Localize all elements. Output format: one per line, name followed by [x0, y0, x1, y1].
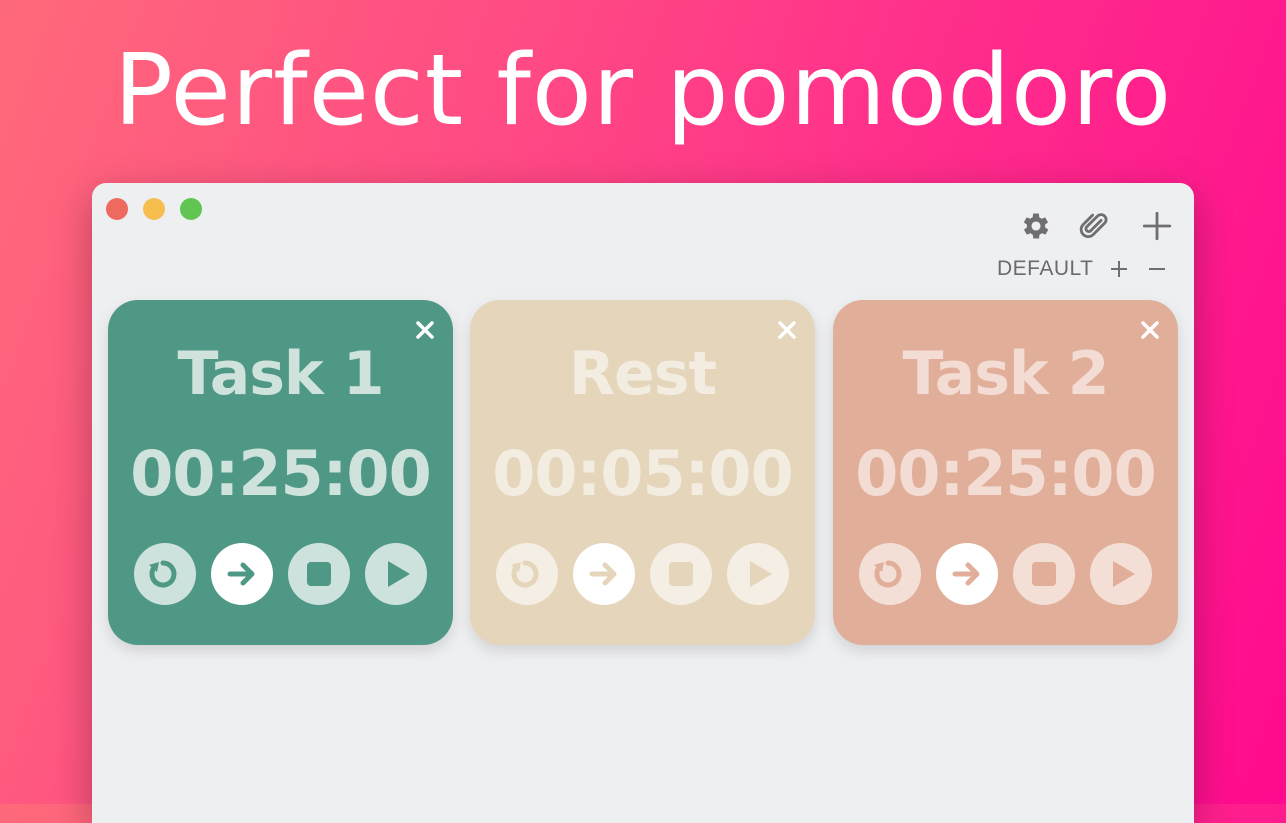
gear-icon — [1023, 213, 1049, 239]
window-zoom-button[interactable] — [180, 198, 202, 220]
timer-controls — [859, 543, 1167, 605]
settings-button[interactable] — [1019, 209, 1053, 243]
reset-button[interactable] — [496, 543, 558, 605]
stop-icon — [307, 562, 331, 586]
reset-button[interactable] — [859, 543, 921, 605]
remove-profile-button[interactable] — [1145, 257, 1169, 281]
app-window: DEFAULT Task 1 00:25:00 Rest 00:05:00 Ta… — [92, 183, 1194, 823]
stop-icon — [669, 562, 693, 586]
stop-button[interactable] — [1013, 543, 1075, 605]
plus-icon — [1111, 261, 1128, 277]
reset-button[interactable] — [134, 543, 196, 605]
timer-card[interactable]: Task 1 00:25:00 — [108, 300, 453, 645]
timer-card[interactable]: Rest 00:05:00 — [470, 300, 815, 645]
profile-name[interactable]: DEFAULT — [997, 257, 1093, 281]
headline: Perfect for pomodoro — [113, 34, 1173, 148]
add-timer-button[interactable] — [1140, 209, 1174, 243]
play-icon — [1113, 561, 1135, 587]
attach-button[interactable] — [1077, 209, 1111, 243]
timer-controls — [496, 543, 804, 605]
profile-row: DEFAULT — [997, 255, 1169, 283]
next-arrow-icon — [589, 562, 617, 586]
minus-icon — [1149, 268, 1166, 270]
timer-time: 00:25:00 — [855, 437, 1156, 510]
play-icon — [750, 561, 772, 587]
play-icon — [388, 561, 410, 587]
window-close-button[interactable] — [106, 198, 128, 220]
next-button[interactable] — [936, 543, 998, 605]
timer-controls — [134, 543, 442, 605]
reset-icon — [149, 560, 177, 588]
paperclip-icon — [1079, 213, 1108, 238]
play-button[interactable] — [365, 543, 427, 605]
stop-button[interactable] — [288, 543, 350, 605]
reset-icon — [511, 560, 539, 588]
timer-title: Rest — [568, 339, 717, 409]
next-arrow-icon — [227, 562, 255, 586]
stop-icon — [1032, 562, 1056, 586]
play-button[interactable] — [1090, 543, 1152, 605]
timer-time: 00:25:00 — [130, 437, 431, 510]
play-button[interactable] — [727, 543, 789, 605]
reset-icon — [874, 560, 902, 588]
timer-title: Task 1 — [177, 339, 385, 409]
timer-card[interactable]: Task 2 00:25:00 — [833, 300, 1178, 645]
add-profile-button[interactable] — [1107, 257, 1131, 281]
stop-button[interactable] — [650, 543, 712, 605]
timer-title: Task 2 — [902, 339, 1110, 409]
next-button[interactable] — [573, 543, 635, 605]
next-button[interactable] — [211, 543, 273, 605]
plus-icon — [1142, 211, 1172, 241]
window-minimize-button[interactable] — [143, 198, 165, 220]
next-arrow-icon — [952, 562, 980, 586]
timer-time: 00:05:00 — [492, 437, 793, 510]
